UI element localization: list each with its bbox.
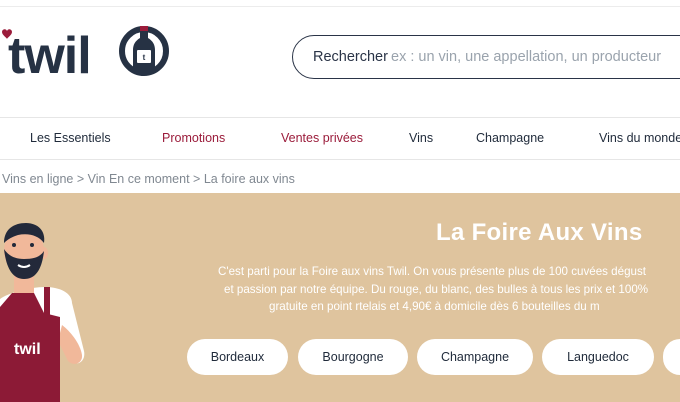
nav-item-essentiels[interactable]: Les Essentiels <box>30 131 111 145</box>
sommelier-mascot-illustration: twil <box>0 223 85 402</box>
banner-text-line: C'est parti pour la Foire aux vins Twil.… <box>218 265 646 278</box>
nav-item-ventes-privees[interactable]: Ventes privées <box>281 131 363 145</box>
banner-title: La Foire Aux Vins <box>436 219 643 246</box>
region-button-next[interactable] <box>663 339 680 375</box>
main-nav: Les Essentiels Promotions Ventes privées… <box>0 118 680 159</box>
nav-item-vins-du-monde[interactable]: Vins du monde <box>599 131 680 145</box>
breadcrumb-current: La foire aux vins <box>203 172 295 186</box>
apron-logo-text: twil <box>14 341 41 358</box>
breadcrumb-separator: > <box>193 172 201 186</box>
nav-item-promotions[interactable]: Promotions <box>162 131 225 145</box>
breadcrumb: Vins en ligne > Vin En ce moment > La fo… <box>2 172 295 186</box>
nav-item-vins[interactable]: Vins <box>409 131 433 145</box>
breadcrumb-vins-en-ligne[interactable]: Vins en ligne <box>2 172 73 186</box>
search-label: Rechercher <box>313 49 388 65</box>
foire-aux-vins-banner: twil La Foire Aux Vins C'est parti pour … <box>0 193 680 402</box>
search-input[interactable]: ex : un vin, une appellation, un product… <box>391 49 661 65</box>
region-button-bordeaux[interactable]: Bordeaux <box>187 339 288 375</box>
breadcrumb-separator: > <box>76 172 85 186</box>
breadcrumb-en-ce-moment[interactable]: Vin En ce moment <box>88 172 190 186</box>
nav-item-champagne[interactable]: Champagne <box>476 131 544 145</box>
region-button-languedoc[interactable]: Languedoc <box>542 339 654 375</box>
search-bar[interactable]: Rechercher ex : un vin, une appellation,… <box>292 35 680 79</box>
region-button-bourgogne[interactable]: Bourgogne <box>298 339 408 375</box>
twil-logo[interactable]: twil t <box>0 20 175 82</box>
banner-text-line: et passion par notre équipe. Du rouge, d… <box>224 282 649 296</box>
banner-description: C'est parti pour la Foire aux vins Twil.… <box>210 263 680 316</box>
top-divider <box>0 6 680 7</box>
region-button-champagne[interactable]: Champagne <box>417 339 533 375</box>
logo-wordmark: twil <box>8 27 91 82</box>
nav-bottom-divider <box>0 159 680 160</box>
svg-text:t: t <box>143 53 146 62</box>
banner-text-line: gratuite en point rtelais et 4,90€ à dom… <box>269 300 600 313</box>
